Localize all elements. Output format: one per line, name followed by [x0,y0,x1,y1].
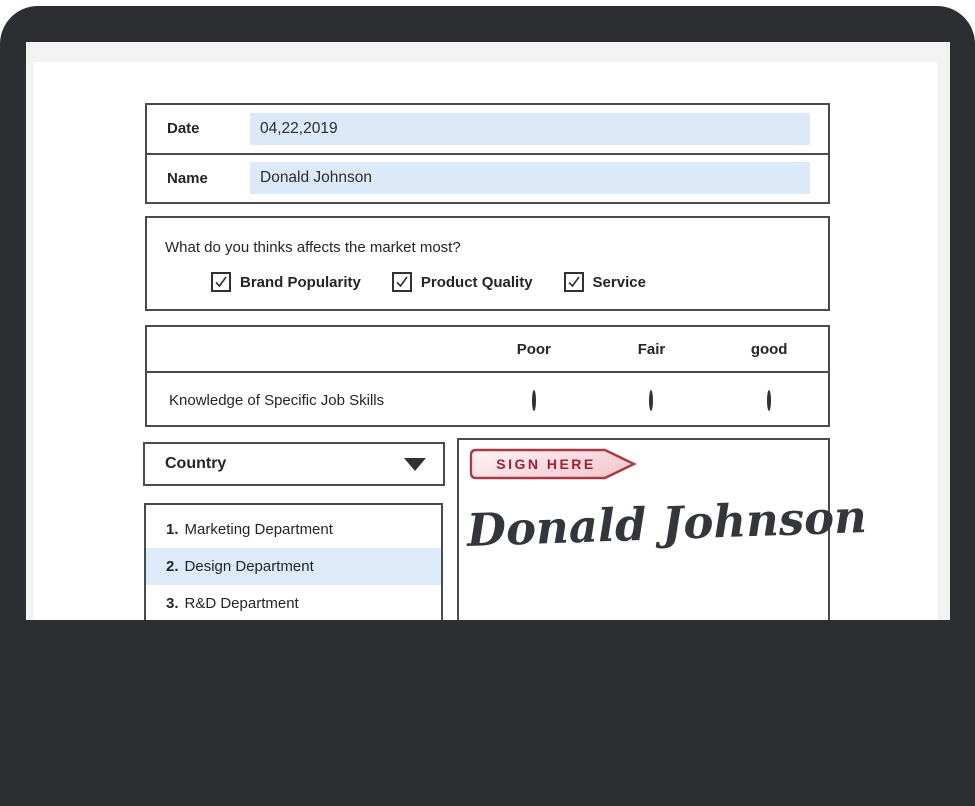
name-label: Name [167,170,250,187]
rating-column-poor: Poor [475,341,593,358]
list-item-label: R&D Department [185,595,299,612]
rating-table: Poor Fair good Knowledge of Specific Job… [145,325,830,427]
rating-table-header: Poor Fair good [147,327,828,373]
checkbox-checked[interactable] [392,272,412,292]
survey-question-fieldset: What do you thinks affects the market mo… [145,216,830,311]
survey-question-text: What do you thinks affects the market mo… [165,239,828,256]
checkmark-icon [566,274,582,290]
date-label: Date [167,120,250,137]
list-item-number: 3. [166,595,179,612]
country-dropdown-label: Country [165,455,226,473]
sign-here-badge: SIGN HERE [468,448,638,480]
checkbox-option-product-quality[interactable]: Product Quality [392,272,533,292]
radio-fair-unselected[interactable] [649,390,653,411]
name-input[interactable]: Donald Johnson [250,162,810,194]
country-dropdown[interactable]: Country [143,442,445,486]
form-page: Date 04,22,2019 Name Donald Johnson What… [33,62,938,620]
radio-poor-unselected[interactable] [532,390,536,411]
date-input[interactable]: 04,22,2019 [250,113,810,145]
rating-column-fair: Fair [593,341,711,358]
checkbox-label: Brand Popularity [240,274,361,291]
list-item-rnd[interactable]: 3. R&D Department [146,585,441,620]
list-item-design-selected[interactable]: 2. Design Department [146,548,441,585]
signature-box[interactable]: SIGN HERE Donald Johnson [457,438,830,620]
radio-good-selected[interactable] [767,390,771,411]
list-item-label: Marketing Department [185,521,333,538]
checkbox-label: Product Quality [421,274,533,291]
department-list: 1. Marketing Department 2. Design Depart… [144,503,443,620]
checkmark-icon [213,274,229,290]
rating-row-job-skills: Knowledge of Specific Job Skills [147,373,828,423]
list-item-number: 2. [166,558,179,575]
rating-column-good: good [710,341,828,358]
checkbox-option-brand-popularity[interactable]: Brand Popularity [211,272,361,292]
list-item-number: 1. [166,521,179,538]
list-item-marketing[interactable]: 1. Marketing Department [146,511,441,548]
checkbox-checked[interactable] [211,272,231,292]
name-row: Name Donald Johnson [147,153,828,203]
chevron-down-icon [404,458,426,471]
date-row: Date 04,22,2019 [147,105,828,153]
tablet-screen: Date 04,22,2019 Name Donald Johnson What… [26,42,950,620]
date-name-fieldset: Date 04,22,2019 Name Donald Johnson [145,103,830,204]
rating-row-label: Knowledge of Specific Job Skills [147,392,475,409]
signature-handwriting: Donald Johnson [466,490,868,557]
checkbox-checked[interactable] [564,272,584,292]
list-item-label: Design Department [185,558,314,575]
checkbox-label: Service [593,274,646,291]
checkbox-option-service[interactable]: Service [564,272,646,292]
sign-here-label: SIGN HERE [496,456,596,472]
checkmark-icon [394,274,410,290]
survey-options: Brand Popularity Product Quality [165,272,828,292]
